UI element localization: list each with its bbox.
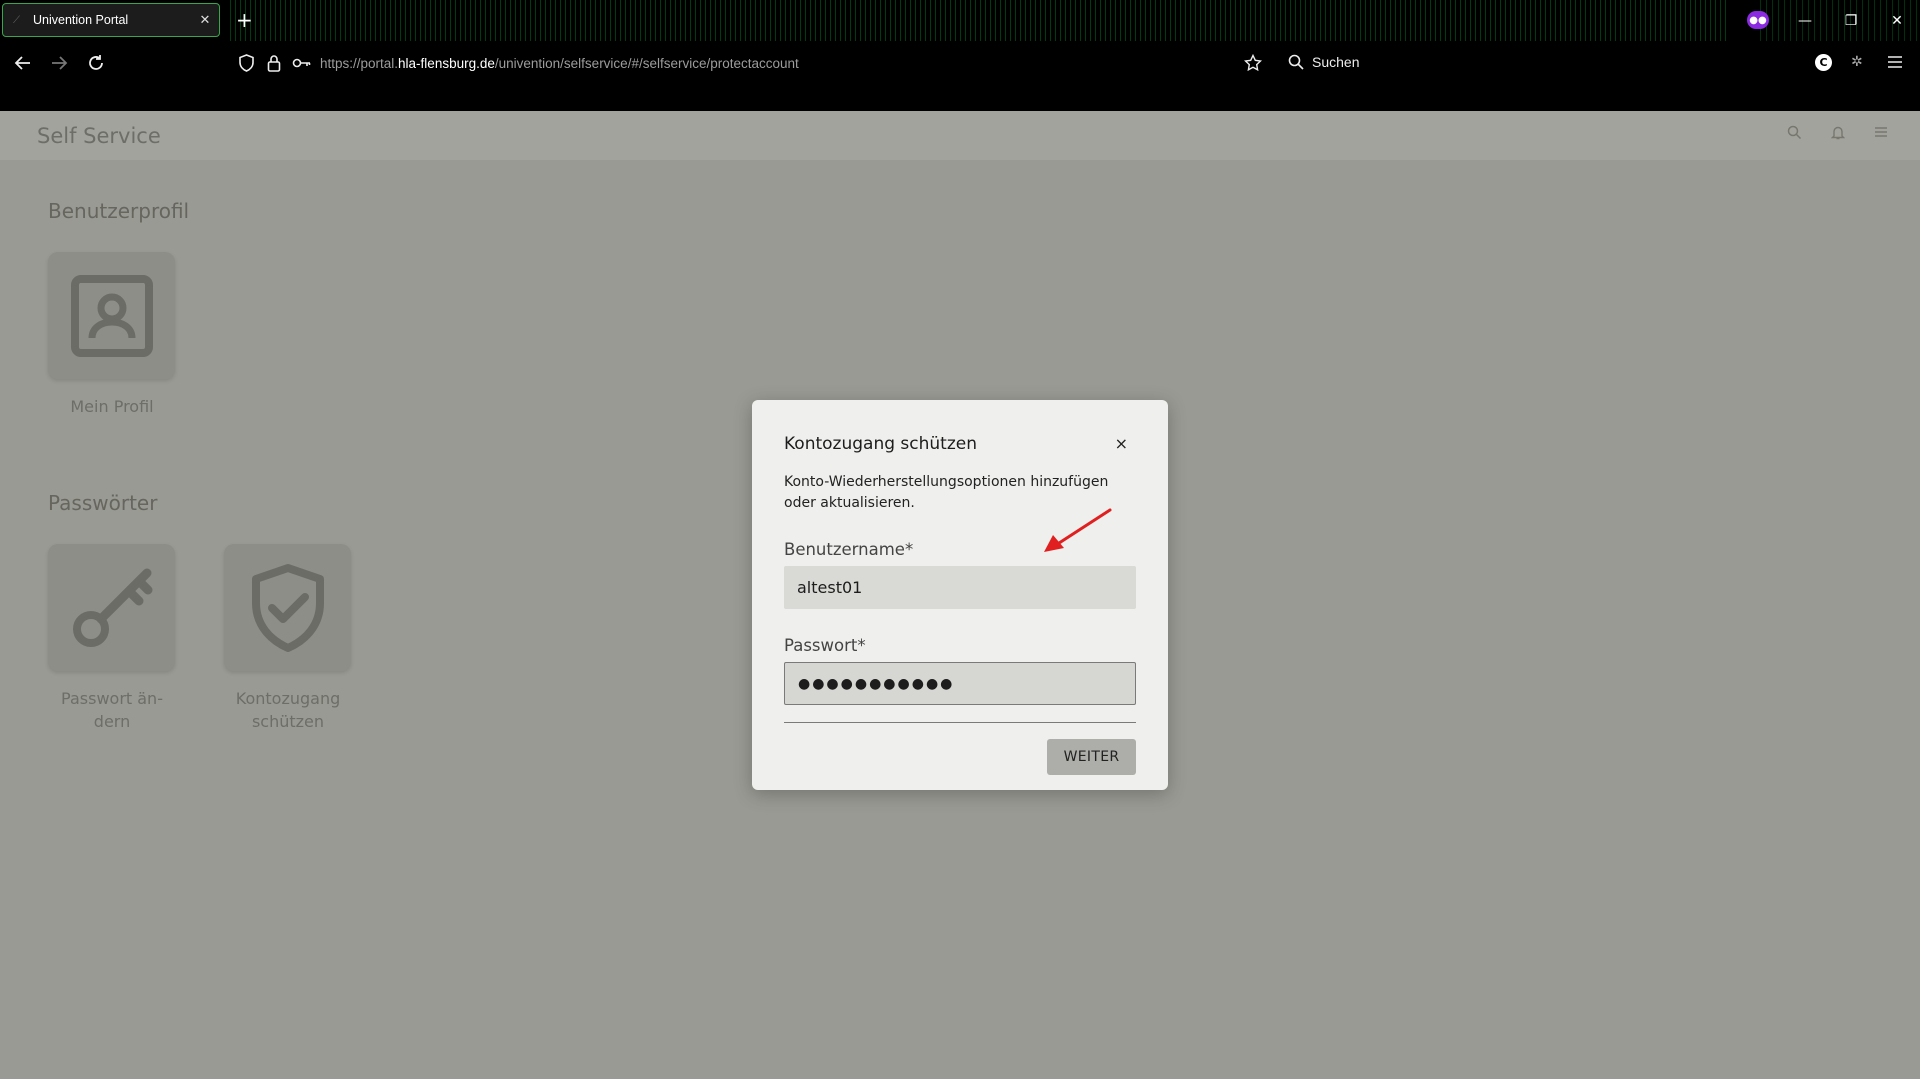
header-menu-icon[interactable] xyxy=(1874,125,1888,143)
tile-label-protect-account: Kontozugang schützen xyxy=(208,687,368,733)
dialog-separator xyxy=(784,722,1136,723)
protect-account-dialog: Kontozugang schützen × Konto-Wiederherst… xyxy=(752,400,1168,790)
browser-navbar: https://portal.hla-flensburg.de/univenti… xyxy=(0,41,1920,111)
annotation-arrow-icon xyxy=(1044,508,1112,552)
section-title-passwords: Passwörter xyxy=(48,491,158,515)
dialog-close-icon[interactable]: × xyxy=(1115,434,1128,453)
reload-icon[interactable] xyxy=(87,54,105,77)
username-field[interactable]: altest01 xyxy=(784,566,1136,609)
header-search-icon[interactable] xyxy=(1787,125,1802,144)
lock-icon[interactable] xyxy=(267,54,281,77)
search-box[interactable]: Suchen xyxy=(1288,54,1359,70)
tab-title: Univention Portal xyxy=(33,13,129,27)
tile-change-password[interactable] xyxy=(48,544,175,671)
address-bar-url[interactable]: https://portal.hla-flensburg.de/univenti… xyxy=(320,56,799,71)
browser-tab-active[interactable]: ⟋ Univention Portal ✕ xyxy=(2,3,220,37)
tab-favicon-icon: ⟋ xyxy=(13,14,20,26)
tab-close-icon[interactable]: ✕ xyxy=(195,13,215,28)
extension-c-icon[interactable]: C xyxy=(1815,54,1832,71)
username-label: Benutzername* xyxy=(784,540,914,559)
password-label: Passwort* xyxy=(784,636,866,655)
forward-arrow-icon[interactable] xyxy=(50,54,68,77)
continue-button[interactable]: WEITER xyxy=(1047,739,1136,775)
menu-hamburger-icon[interactable] xyxy=(1887,54,1903,75)
extension-puzzle-icon[interactable]: ✲ xyxy=(1851,54,1863,70)
tracking-shield-icon[interactable] xyxy=(238,54,255,77)
password-field[interactable]: ●●●●●●●●●●● xyxy=(784,662,1136,705)
search-label: Suchen xyxy=(1312,54,1360,70)
key-icon xyxy=(72,568,152,647)
password-key-icon[interactable] xyxy=(292,54,312,77)
tile-my-profile[interactable] xyxy=(48,252,175,379)
new-tab-icon[interactable]: + xyxy=(236,8,253,32)
url-host: hla-flensburg.de xyxy=(398,56,495,71)
dialog-title: Kontozugang schützen xyxy=(784,434,977,454)
tile-protect-account[interactable] xyxy=(224,544,351,671)
private-browsing-mask-icon: ●● xyxy=(1747,11,1769,29)
tile-label-change-password-line2: dern xyxy=(93,712,131,731)
shield-check-icon xyxy=(251,563,324,652)
tile-label-protect-account-line1: Kontozugang xyxy=(235,689,341,708)
restore-icon[interactable]: ❐ xyxy=(1828,13,1874,29)
url-path: /univention/selfservice/#/selfservice/pr… xyxy=(494,56,799,71)
user-profile-icon xyxy=(70,274,153,357)
search-icon xyxy=(1288,54,1304,70)
section-title-user-profile: Benutzerprofil xyxy=(48,199,190,223)
url-prefix: https://portal. xyxy=(320,56,399,71)
header-bell-icon[interactable] xyxy=(1830,125,1846,144)
back-arrow-icon[interactable] xyxy=(14,54,32,77)
browser-titlebar: ⟋ Univention Portal ✕ + ●● — ❐ ✕ xyxy=(0,0,1920,41)
tile-label-my-profile: Mein Profil xyxy=(70,397,154,416)
minimize-icon[interactable]: — xyxy=(1782,13,1828,29)
tile-label-change-password: Passwort än- dern xyxy=(32,687,192,733)
window-close-icon[interactable]: ✕ xyxy=(1874,13,1920,29)
app-title[interactable]: Self Service xyxy=(37,124,161,148)
bookmark-star-icon[interactable] xyxy=(1243,53,1263,77)
tile-label-protect-account-line2: schützen xyxy=(251,712,325,731)
tile-label-change-password-line1: Passwort än- xyxy=(61,689,163,708)
matrix-theme-background xyxy=(230,0,1730,41)
window-controls: — ❐ ✕ xyxy=(1782,0,1920,41)
app-header: Self Service xyxy=(0,111,1920,160)
